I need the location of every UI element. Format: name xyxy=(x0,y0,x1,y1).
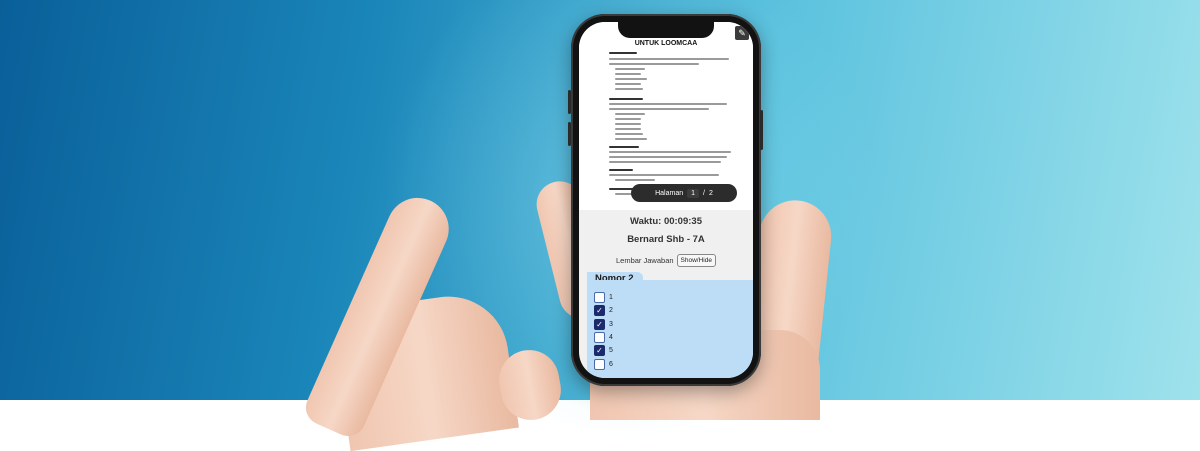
answer-checkbox[interactable] xyxy=(594,331,605,343)
document-text-line xyxy=(609,156,727,158)
answer-checkbox[interactable] xyxy=(594,358,605,370)
answer-sheet-label: Lembar Jawaban xyxy=(616,256,674,265)
document-text-line xyxy=(615,123,641,125)
document-text-line xyxy=(615,83,641,85)
answer-option-label: 1 xyxy=(609,294,613,301)
document-text-line xyxy=(609,63,699,65)
answer-checkbox[interactable]: ✓ xyxy=(594,345,605,357)
pager-label: Halaman xyxy=(655,189,684,197)
document-text-line xyxy=(609,174,719,176)
document-text-line xyxy=(609,146,639,148)
document-text-line xyxy=(609,52,637,54)
answer-checkbox[interactable] xyxy=(594,292,605,303)
phone-notch xyxy=(618,22,714,38)
answer-option[interactable]: ✓ 2 xyxy=(594,305,613,317)
document-text-line xyxy=(615,138,647,140)
answer-panel: 1 ✓ 2 ✓ 3 4 ✓ 5 6 xyxy=(587,280,753,378)
document-title: UNTUK LOOMCAA xyxy=(634,40,698,47)
document-text-line xyxy=(615,88,643,90)
answer-option-label: 2 xyxy=(609,307,613,315)
document-text-line xyxy=(609,169,633,171)
document-text-line xyxy=(615,78,647,80)
document-text-line xyxy=(615,68,645,70)
answer-option[interactable]: 4 xyxy=(594,331,613,343)
answer-sheet-row: Lembar Jawaban Show/Hide xyxy=(579,254,753,267)
phone-volume-button xyxy=(568,90,571,114)
answer-option[interactable]: ✓ 5 xyxy=(594,345,613,357)
document-text-line xyxy=(609,98,643,100)
answer-option[interactable]: 1 xyxy=(594,292,613,303)
answer-option[interactable]: 6 xyxy=(594,358,613,370)
document-text-line xyxy=(609,108,709,110)
student-name: Bernard Shb - 7A xyxy=(627,234,705,245)
page-navigator[interactable]: Halaman 1 / 2 xyxy=(631,184,737,202)
phone-screen: UNTUK LOOMCAA ✎ Halaman 1 / 2 Waktu: 00:… xyxy=(579,22,753,378)
phone-power-button xyxy=(760,110,763,150)
pager-separator: / xyxy=(703,189,705,197)
document-text-line xyxy=(615,73,641,75)
answer-option-label: 6 xyxy=(609,360,613,368)
answer-option-label: 4 xyxy=(609,333,613,341)
document-text-line xyxy=(609,161,721,163)
phone-volume-button xyxy=(568,122,571,146)
document-text-line xyxy=(615,128,641,130)
document-text-line xyxy=(615,179,655,181)
answer-checkbox[interactable]: ✓ xyxy=(594,318,605,330)
answer-option[interactable]: ✓ 3 xyxy=(594,318,613,330)
answer-option-label: 5 xyxy=(609,347,613,355)
timer: Waktu: 00:09:35 xyxy=(630,216,702,227)
document-text-line xyxy=(609,58,729,60)
answer-checkbox[interactable]: ✓ xyxy=(594,305,605,317)
show-hide-button[interactable]: Show/Hide xyxy=(676,254,716,267)
document-text-line xyxy=(615,133,643,135)
exam-document[interactable]: UNTUK LOOMCAA ✎ Halaman 1 / 2 xyxy=(579,22,753,210)
document-text-line xyxy=(609,151,731,153)
document-text-line xyxy=(615,118,641,120)
edit-icon[interactable]: ✎ xyxy=(735,26,749,40)
pager-total-pages: 2 xyxy=(708,189,713,197)
pager-current-page[interactable]: 1 xyxy=(687,188,700,198)
document-text-line xyxy=(615,113,645,115)
answer-option-label: 3 xyxy=(609,320,613,328)
document-text-line xyxy=(609,103,727,105)
